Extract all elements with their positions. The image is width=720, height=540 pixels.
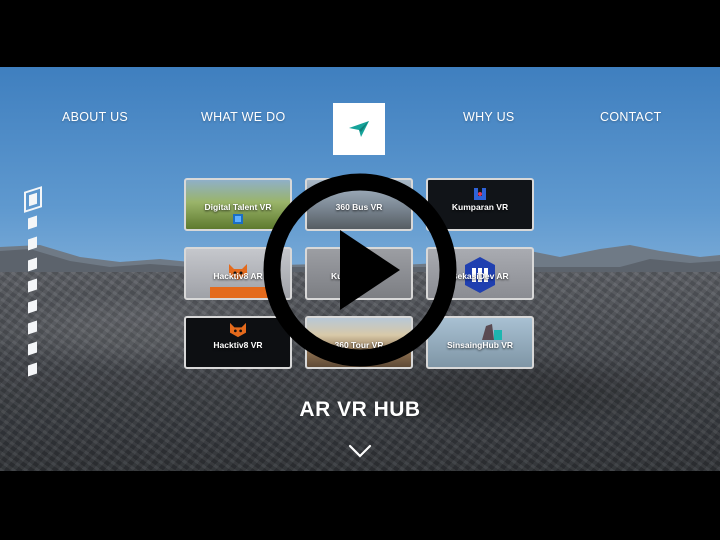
building-icon xyxy=(482,324,502,340)
page-title: AR VR HUB xyxy=(299,398,421,421)
chevron-down-icon[interactable] xyxy=(348,444,372,458)
nav-contact[interactable]: CONTACT xyxy=(600,110,662,124)
fox-mascot-icon xyxy=(230,322,246,338)
paper-plane-logo-icon xyxy=(349,121,369,137)
nav-about-us[interactable]: ABOUT US xyxy=(62,110,128,124)
letterbox-top xyxy=(0,0,720,67)
cube-icon xyxy=(233,214,243,224)
kumparan-logo-icon xyxy=(474,188,486,200)
nav-why-us[interactable]: WHY US xyxy=(463,110,515,124)
play-icon[interactable] xyxy=(262,172,458,368)
nav-what-we-do[interactable]: WHAT WE DO xyxy=(201,110,285,124)
letterbox-bottom xyxy=(0,471,720,540)
logo[interactable] xyxy=(333,103,385,155)
hacktiv8-banner xyxy=(210,287,268,298)
